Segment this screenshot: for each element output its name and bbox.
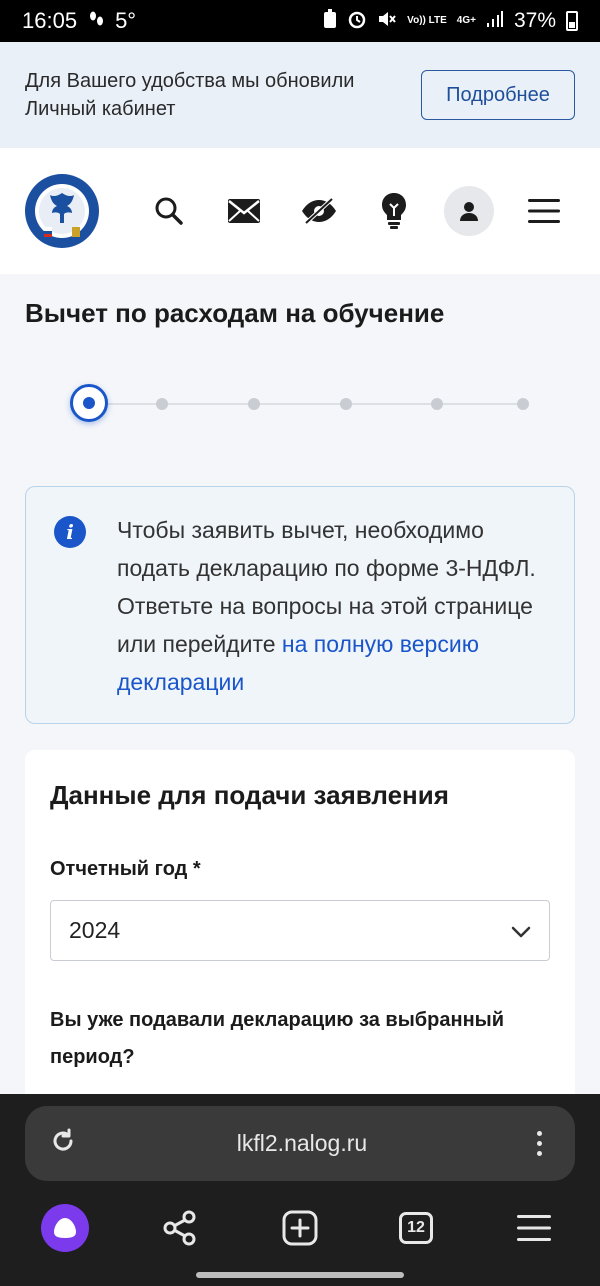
mute-icon <box>377 9 397 33</box>
menu-icon <box>517 1215 551 1241</box>
reporting-year-value: 2024 <box>69 917 121 943</box>
chevron-down-icon <box>511 917 531 944</box>
tabs-button[interactable]: 12 <box>386 1198 446 1258</box>
more-options-icon[interactable] <box>527 1131 551 1156</box>
menu-icon[interactable] <box>519 186 569 236</box>
signal-icon <box>486 10 504 32</box>
browser-nav: 12 <box>0 1198 600 1258</box>
application-data-card: Данные для подачи заявления Отчетный год… <box>25 750 575 1150</box>
tabs-count: 12 <box>399 1212 433 1244</box>
info-icon: i <box>54 516 86 548</box>
progress-stepper <box>70 384 530 424</box>
battery-saver-icon <box>323 9 337 33</box>
mail-icon[interactable] <box>219 186 269 236</box>
visually-impaired-icon[interactable] <box>294 186 344 236</box>
user-icon[interactable] <box>444 186 494 236</box>
declaration-question: Вы уже подавали декларацию за выбранный … <box>50 1009 505 1068</box>
reporting-year-select[interactable]: 2024 <box>50 900 550 961</box>
notice-text: Для Вашего удобства мы обновили Личный к… <box>25 70 355 120</box>
reload-icon[interactable] <box>49 1127 77 1160</box>
details-button[interactable]: Подробнее <box>421 70 575 120</box>
address-bar[interactable]: lkfl2.nalog.ru <box>25 1106 575 1181</box>
emblem-logo[interactable] <box>24 173 100 249</box>
browser-toolbar: lkfl2.nalog.ru 12 <box>0 1094 600 1286</box>
status-temperature: 5° <box>115 8 137 33</box>
network-type: 4G+ <box>456 15 476 26</box>
alarm-icon <box>347 9 367 33</box>
step-5 <box>431 398 443 410</box>
share-icon <box>163 1210 196 1246</box>
site-header <box>0 148 600 274</box>
share-button[interactable] <box>150 1198 210 1258</box>
battery-icon <box>566 11 578 31</box>
step-6 <box>517 398 529 410</box>
update-notice: Для Вашего удобства мы обновили Личный к… <box>0 42 600 148</box>
stepper-line <box>88 403 522 405</box>
home-indicator[interactable] <box>196 1272 404 1278</box>
browser-menu-button[interactable] <box>504 1198 564 1258</box>
page-title: Вычет по расходам на обучение <box>25 298 445 328</box>
info-box: i Чтобы заявить вычет, необходимо подать… <box>25 486 575 724</box>
status-bar: 16:05 5° Vo)) LTE 4G+ 37% <box>0 0 600 42</box>
url-text[interactable]: lkfl2.nalog.ru <box>77 1130 527 1157</box>
alice-icon <box>41 1204 89 1252</box>
info-text: Чтобы заявить вычет, необходимо подать д… <box>117 511 557 701</box>
step-2 <box>156 398 168 410</box>
card-title: Данные для подачи заявления <box>50 780 449 810</box>
plus-icon <box>282 1210 318 1246</box>
battery-percent: 37% <box>513 9 556 32</box>
status-time: 16:05 <box>22 8 78 33</box>
step-1-active <box>70 384 108 422</box>
step-4 <box>340 398 352 410</box>
alice-assistant-button[interactable] <box>35 1198 95 1258</box>
volte-indicator: Vo)) LTE <box>407 15 447 26</box>
steps-icon <box>87 10 105 32</box>
new-tab-button[interactable] <box>270 1198 330 1258</box>
search-icon[interactable] <box>144 186 194 236</box>
step-3 <box>248 398 260 410</box>
reporting-year-label: Отчетный год * <box>50 858 201 880</box>
lightbulb-icon[interactable] <box>369 186 419 236</box>
